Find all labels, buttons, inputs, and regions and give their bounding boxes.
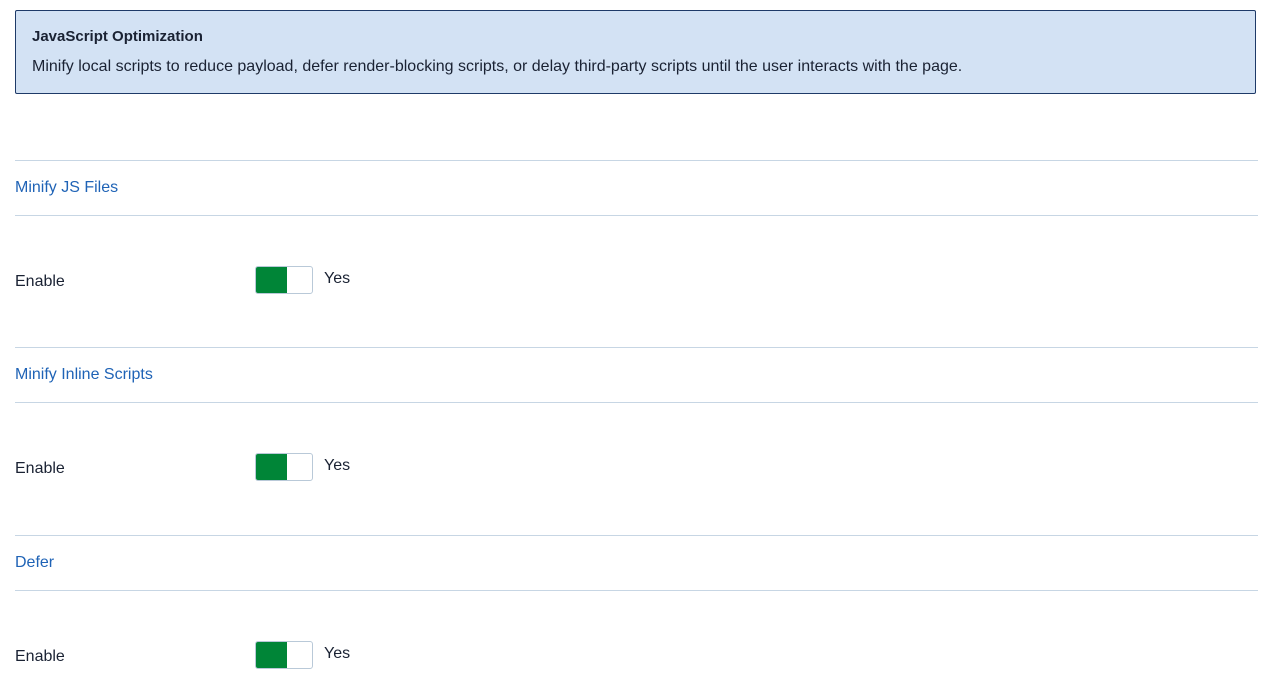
section-title: Defer bbox=[15, 554, 55, 571]
defer-toggle[interactable] bbox=[255, 641, 313, 669]
field-label: Enable bbox=[15, 648, 65, 665]
field-row-minify-js-enable: Enable Yes bbox=[15, 266, 1258, 296]
info-text: Minify local scripts to reduce payload, … bbox=[32, 58, 963, 75]
section-defer: Defer bbox=[15, 535, 1258, 591]
toggle-on-indicator bbox=[256, 454, 287, 480]
minify-js-toggle[interactable] bbox=[255, 266, 313, 294]
info-alert: JavaScript Optimization Minify local scr… bbox=[15, 10, 1256, 94]
toggle-value-label: Yes bbox=[324, 270, 351, 287]
section-minify-inline-scripts: Minify Inline Scripts bbox=[15, 347, 1258, 403]
toggle-value-label: Yes bbox=[324, 457, 351, 474]
info-title: JavaScript Optimization bbox=[32, 28, 203, 45]
toggle-on-indicator bbox=[256, 642, 287, 668]
minify-inline-toggle[interactable] bbox=[255, 453, 313, 481]
page: JavaScript Optimization Minify local scr… bbox=[0, 0, 1275, 681]
field-row-defer-enable: Enable Yes bbox=[15, 641, 1258, 671]
field-label: Enable bbox=[15, 460, 65, 477]
toggle-value-label: Yes bbox=[324, 645, 351, 662]
section-title: Minify Inline Scripts bbox=[15, 366, 153, 383]
toggle-on-indicator bbox=[256, 267, 287, 293]
field-row-minify-inline-enable: Enable Yes bbox=[15, 453, 1258, 483]
field-label: Enable bbox=[15, 273, 65, 290]
section-title: Minify JS Files bbox=[15, 179, 119, 196]
section-minify-js-files: Minify JS Files bbox=[15, 160, 1258, 216]
